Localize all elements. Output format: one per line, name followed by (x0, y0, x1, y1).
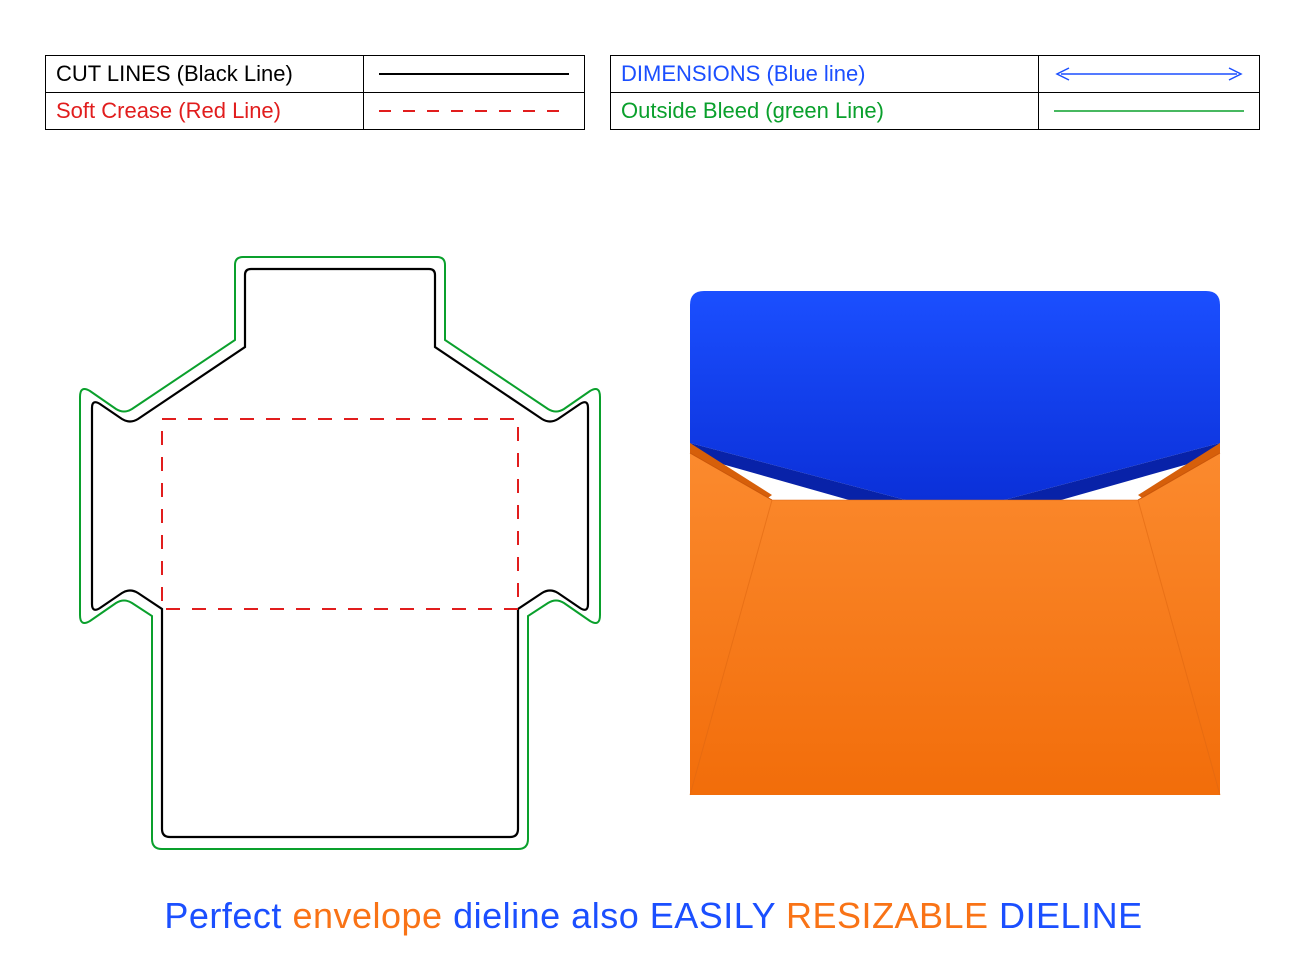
legend-cut-label: CUT LINES (Black Line) (46, 56, 364, 93)
legend-crease-label: Soft Crease (Red Line) (46, 93, 364, 130)
envelope-flap (690, 291, 1220, 513)
legend-bleed-label: Outside Bleed (green Line) (611, 93, 1039, 130)
envelope-mockup (660, 285, 1250, 825)
legend-left: CUT LINES (Black Line) Soft Crease (Red … (45, 55, 585, 130)
legend-bleed-sample (1039, 93, 1260, 130)
legend-dimension-label: DIMENSIONS (Blue line) (611, 56, 1039, 93)
tagline-word-dieline2: DIELINE (999, 895, 1143, 936)
envelope-front (690, 453, 1220, 795)
solid-line-icon (374, 64, 574, 84)
tagline-word-perfect: Perfect (164, 895, 292, 936)
legend-right: DIMENSIONS (Blue line) Outside Bleed (gr… (610, 55, 1260, 130)
tagline-word-envelope: envelope (292, 895, 453, 936)
legend-cut-sample (364, 56, 585, 93)
dashed-line-icon (374, 101, 574, 121)
legend-dimension-sample (1039, 56, 1260, 93)
tagline: Perfect envelope dieline also EASILY RES… (0, 895, 1307, 937)
dieline-template (60, 245, 620, 885)
arrow-line-icon (1049, 64, 1249, 84)
green-line-icon (1049, 101, 1249, 121)
tagline-word-easily: EASILY (650, 895, 786, 936)
tagline-word-dieline: dieline also (453, 895, 650, 936)
legend-crease-sample (364, 93, 585, 130)
tagline-word-resizable: RESIZABLE (786, 895, 999, 936)
